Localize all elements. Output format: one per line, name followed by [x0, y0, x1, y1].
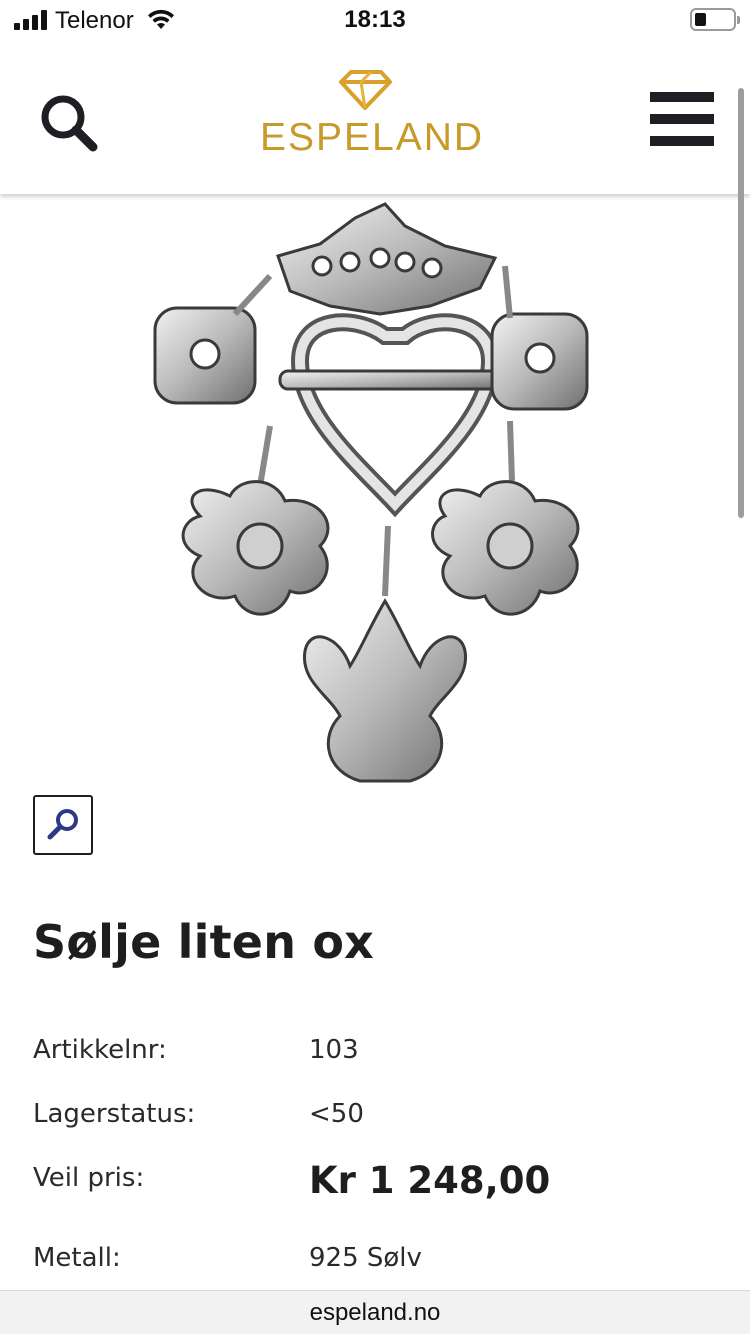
price-value: Kr 1 248,00 [309, 1159, 551, 1202]
status-bar: Telenor 18:13 [0, 0, 750, 40]
menu-bar [650, 114, 714, 124]
spec-value: 925 Sølv [309, 1243, 422, 1273]
zoom-magnifier-icon [47, 809, 78, 840]
battery-icon [690, 8, 740, 31]
spec-label: Metall: [33, 1243, 121, 1273]
url-text: espeland.no [309, 1299, 441, 1326]
espeland-logo[interactable]: ESPELAND [260, 70, 485, 170]
hamburger-menu-button[interactable] [650, 92, 714, 148]
search-button[interactable] [38, 92, 102, 156]
site-header: ESPELAND [0, 40, 750, 194]
status-time: 18:13 [344, 6, 406, 33]
diamond-logo-icon [339, 70, 392, 110]
browser-url-bar[interactable]: espeland.no [0, 1290, 750, 1334]
spec-label: Artikkelnr: [33, 1035, 167, 1065]
spec-value: 103 [309, 1035, 359, 1065]
logo-text: ESPELAND [260, 116, 485, 159]
spec-value: <50 [309, 1099, 364, 1129]
search-icon [41, 95, 98, 152]
product-image[interactable] [0, 196, 750, 796]
page-scrollbar[interactable] [738, 88, 744, 518]
spec-label: Lagerstatus: [33, 1099, 196, 1129]
spec-label: Veil pris: [33, 1163, 145, 1193]
zoom-image-button[interactable] [33, 795, 93, 855]
menu-bar [650, 136, 714, 146]
menu-bar [650, 92, 714, 102]
product-title: Sølje liten ox [33, 915, 375, 969]
